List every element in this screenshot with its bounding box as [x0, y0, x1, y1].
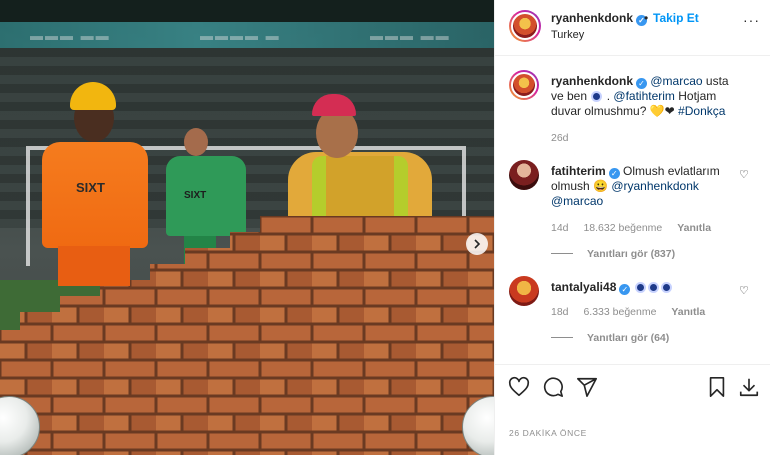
post-media[interactable]: ▬▬▬ ▬▬ ▬▬▬▬ ▬ ▬▬▬ ▬▬ SIXT SIXT [0, 0, 494, 455]
download-button[interactable] [737, 375, 761, 399]
mention-link[interactable]: @ryanhenkdonk [608, 179, 699, 193]
caption-meta: 26d [551, 132, 581, 144]
post-side-panel: ryanhenkdonk ✓ • Takip Et Turkey ··· ryan… [494, 0, 770, 455]
smile-emoji: 😀 [593, 179, 608, 193]
bookmark-icon [709, 377, 725, 397]
post-header: ryanhenkdonk ✓ • Takip Et Turkey ··· [495, 0, 770, 56]
view-replies-label: Yanıtları gör (837) [587, 248, 676, 260]
comment-likes[interactable]: 6.333 beğenme [583, 306, 656, 318]
comment-username[interactable]: tantalyali48 [551, 280, 616, 294]
post-actions-bar [495, 364, 770, 410]
nazar-emoji-icon [591, 91, 603, 102]
verified-badge-icon: ✓ [619, 284, 631, 295]
divider [551, 253, 573, 254]
location-link[interactable]: Turkey [551, 29, 584, 41]
nazar-emoji-icon [634, 282, 646, 293]
post-timestamp: 26 DAKİKA ÖNCE [509, 428, 587, 438]
mention-link[interactable]: @marcao [650, 74, 702, 88]
comment-text: fatihterim ✓ Olmush evlatlarım olmush 😀 @… [551, 164, 743, 209]
comment-button[interactable] [541, 375, 565, 399]
download-icon [739, 378, 759, 397]
mention-link[interactable]: @fatihterim [613, 89, 675, 103]
sponsor-logo: SIXT [76, 180, 105, 195]
reply-button[interactable]: Yanıtla [671, 306, 705, 318]
author-avatar[interactable] [509, 70, 539, 100]
comment-text: tantalyali48 ✓ [551, 280, 743, 295]
nazar-emoji-icon [660, 282, 672, 293]
comment-meta: 18d 6.333 beğenme Yanıtla [551, 306, 717, 318]
verified-badge-icon: ✓ [636, 78, 648, 89]
divider [551, 337, 573, 338]
comments-list[interactable]: ryanhenkdonk ✓ @marcao usta ve ben . @fat… [495, 56, 770, 364]
hashtag-link[interactable]: #Donkça [675, 104, 725, 118]
commenter-avatar[interactable] [509, 160, 539, 190]
commenter-avatar[interactable] [509, 276, 539, 306]
caption-fragment: . [603, 89, 614, 103]
next-slide-button[interactable] [466, 233, 488, 255]
chevron-right-icon [474, 239, 481, 249]
heart-icon [508, 376, 530, 397]
author-avatar[interactable] [509, 10, 541, 42]
caption-age: 26d [551, 132, 569, 144]
comment-like-heart-icon[interactable]: ♡ [739, 284, 749, 297]
more-options-button[interactable]: ··· [743, 12, 760, 28]
view-replies-label: Yanıtları gör (64) [587, 332, 670, 344]
comment-age: 14d [551, 222, 569, 234]
verified-badge-icon: ✓ [608, 168, 620, 179]
share-button[interactable] [575, 375, 599, 399]
comment-like-heart-icon[interactable]: ♡ [739, 168, 749, 181]
comment-likes[interactable]: 18.632 beğenme [583, 222, 662, 234]
follow-button[interactable]: Takip Et [653, 11, 699, 25]
share-icon [577, 377, 597, 397]
separator-dot: • [644, 11, 649, 25]
save-button[interactable] [705, 375, 729, 399]
caption-username[interactable]: ryanhenkdonk [551, 74, 633, 88]
worker-player-figure-left: SIXT [38, 80, 150, 310]
view-replies-button[interactable]: Yanıtları gör (837) [551, 248, 675, 260]
comment-meta: 14d 18.632 beğenme Yanıtla [551, 222, 723, 234]
comment-age: 18d [551, 306, 569, 318]
nazar-emoji-icon [647, 282, 659, 293]
comment-username[interactable]: fatihterim [551, 164, 606, 178]
comment-icon [543, 377, 563, 397]
like-button[interactable] [507, 375, 531, 399]
reply-button[interactable]: Yanıtla [677, 222, 711, 234]
mention-link[interactable]: @marcao [551, 194, 603, 208]
author-username[interactable]: ryanhenkdonk [551, 11, 633, 25]
view-replies-button[interactable]: Yanıtları gör (64) [551, 332, 669, 344]
caption-text: ryanhenkdonk ✓ @marcao usta ve ben . @fat… [551, 74, 743, 119]
heart-emoji: 💛❤ [649, 104, 675, 118]
author-username-row[interactable]: ryanhenkdonk ✓ [551, 11, 648, 26]
